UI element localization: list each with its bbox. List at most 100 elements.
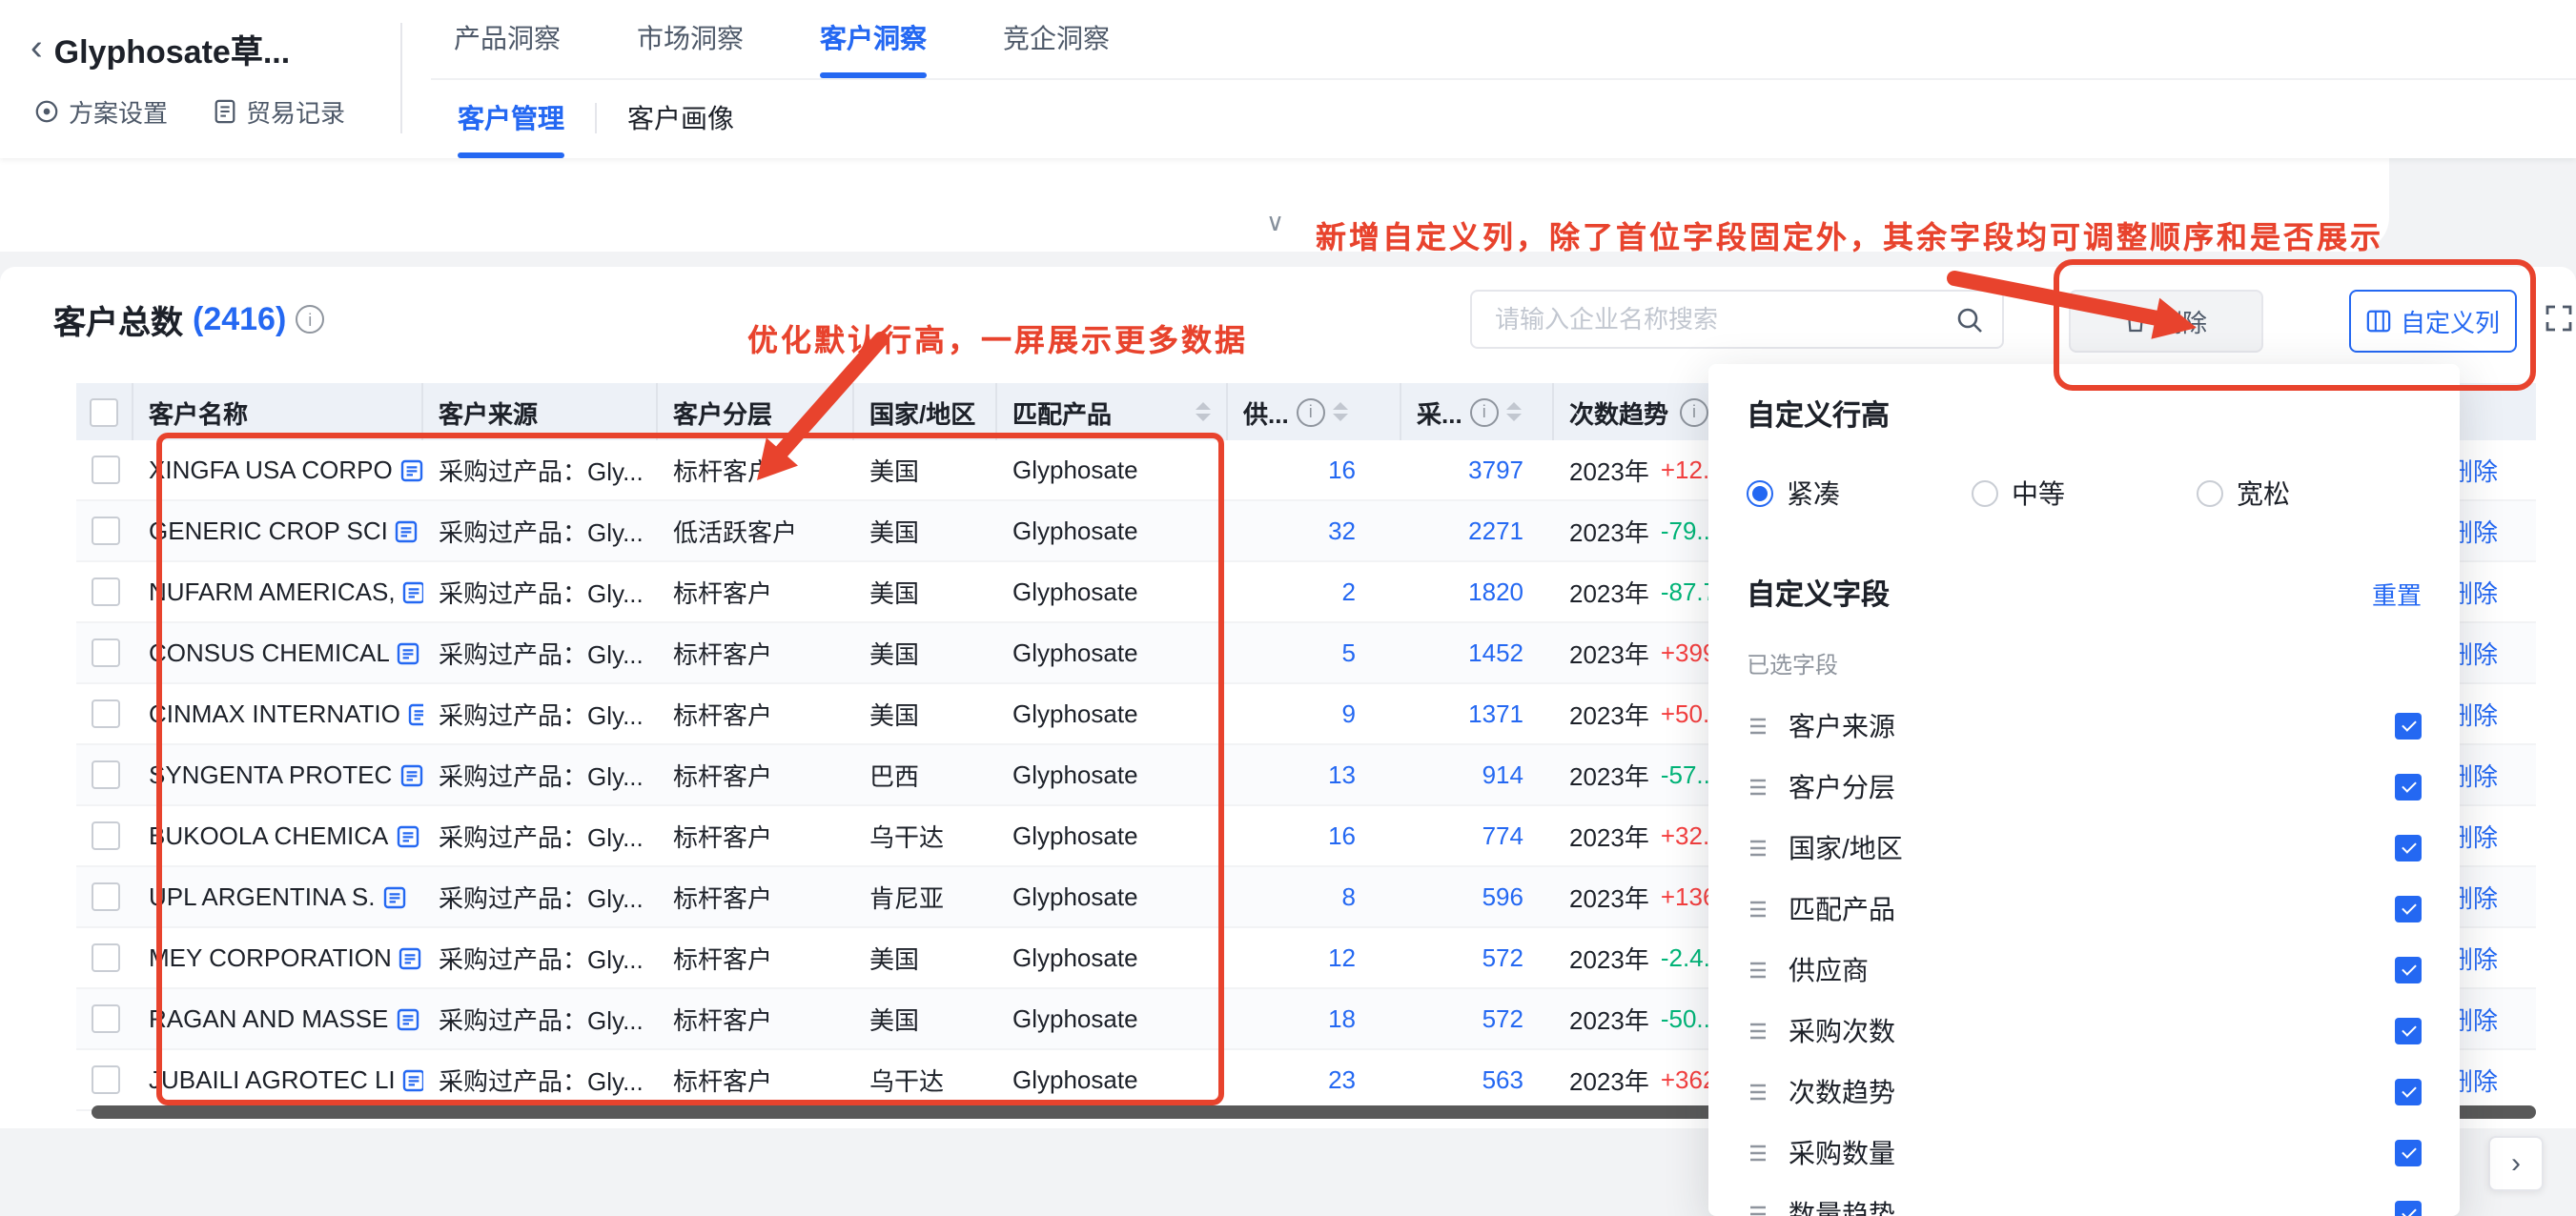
purchase-count-link[interactable]: 1371 — [1468, 699, 1523, 728]
company-card-icon[interactable] — [396, 1007, 419, 1030]
nav-plan-settings[interactable]: 方案设置 — [34, 93, 168, 130]
company-card-icon[interactable] — [396, 519, 419, 542]
drag-handle-icon[interactable] — [1747, 1203, 1769, 1216]
customer-name[interactable]: MEY CORPORATION — [149, 943, 392, 972]
row-checkbox[interactable] — [91, 821, 119, 850]
info-icon[interactable]: i — [296, 305, 324, 334]
drag-handle-icon[interactable] — [1747, 715, 1769, 738]
search-input[interactable] — [1491, 303, 1956, 335]
search-icon[interactable] — [1956, 306, 1983, 333]
tab-product-insight[interactable]: 产品洞察 — [454, 0, 561, 78]
purchase-count-link[interactable]: 2271 — [1468, 517, 1523, 545]
company-card-icon[interactable] — [382, 885, 405, 908]
subtab-customer-profile[interactable]: 客户画像 — [627, 78, 734, 158]
purchase-count-link[interactable]: 596 — [1482, 882, 1523, 911]
field-checkbox[interactable] — [2395, 957, 2422, 983]
drag-handle-icon[interactable] — [1747, 776, 1769, 799]
info-icon[interactable]: i — [1297, 397, 1325, 426]
row-height-option[interactable]: 中等 — [1972, 475, 2197, 513]
purchase-count-link[interactable]: 1820 — [1468, 578, 1523, 606]
company-card-icon[interactable] — [403, 1068, 423, 1091]
field-checkbox[interactable] — [2395, 713, 2422, 740]
info-icon[interactable]: i — [1470, 397, 1499, 426]
drag-handle-icon[interactable] — [1747, 837, 1769, 860]
purchase-count-link[interactable]: 563 — [1482, 1065, 1523, 1094]
supplier-count-link[interactable]: 5 — [1342, 638, 1356, 667]
drag-handle-icon[interactable] — [1747, 898, 1769, 921]
supplier-count-link[interactable]: 16 — [1328, 821, 1356, 850]
supplier-count-link[interactable]: 8 — [1342, 882, 1356, 911]
supplier-count-link[interactable]: 32 — [1328, 517, 1356, 545]
radio-icon[interactable] — [2197, 480, 2223, 507]
fullscreen-icon[interactable] — [2544, 303, 2574, 334]
customer-name[interactable]: NUFARM AMERICAS, — [149, 578, 396, 606]
company-card-icon[interactable] — [396, 824, 419, 847]
radio-icon[interactable] — [1972, 480, 1998, 507]
field-checkbox[interactable] — [2395, 835, 2422, 861]
purchase-count-link[interactable]: 572 — [1482, 1004, 1523, 1033]
tab-market-insight[interactable]: 市场洞察 — [637, 0, 744, 78]
purchase-count-link[interactable]: 1452 — [1468, 638, 1523, 667]
field-checkbox[interactable] — [2395, 896, 2422, 922]
supplier-count-link[interactable]: 9 — [1342, 699, 1356, 728]
company-card-icon[interactable] — [398, 641, 420, 664]
row-checkbox[interactable] — [91, 1065, 119, 1094]
row-checkbox[interactable] — [91, 578, 119, 606]
batch-delete-button[interactable]: 删除 — [2069, 290, 2263, 353]
sort-icon[interactable] — [1333, 402, 1348, 421]
reset-link[interactable]: 重置 — [2372, 576, 2422, 612]
next-page-button[interactable]: › — [2488, 1136, 2544, 1191]
radio-icon[interactable] — [1747, 480, 1773, 507]
supplier-count-link[interactable]: 12 — [1328, 943, 1356, 972]
purchase-count-link[interactable]: 3797 — [1468, 456, 1523, 484]
customer-name[interactable]: CINMAX INTERNATIO — [149, 699, 400, 728]
purchase-count-link[interactable]: 572 — [1482, 943, 1523, 972]
sort-icon[interactable] — [1196, 402, 1211, 421]
row-checkbox[interactable] — [91, 943, 119, 972]
row-height-option[interactable]: 宽松 — [2197, 475, 2422, 513]
purchase-count-link[interactable]: 774 — [1482, 821, 1523, 850]
field-checkbox[interactable] — [2395, 1201, 2422, 1216]
company-card-icon[interactable] — [399, 763, 422, 786]
row-checkbox[interactable] — [91, 1004, 119, 1033]
customize-columns-button[interactable]: 自定义列 — [2349, 290, 2517, 353]
drag-handle-icon[interactable] — [1747, 959, 1769, 982]
row-checkbox[interactable] — [91, 456, 119, 484]
subtab-customer-management[interactable]: 客户管理 — [458, 78, 564, 158]
back-icon[interactable]: ‹ — [31, 30, 43, 68]
row-checkbox[interactable] — [91, 882, 119, 911]
customer-name[interactable]: BUKOOLA CHEMICA — [149, 821, 388, 850]
supplier-count-link[interactable]: 16 — [1328, 456, 1356, 484]
company-card-icon[interactable] — [399, 946, 422, 969]
field-checkbox[interactable] — [2395, 774, 2422, 801]
customer-name[interactable]: JUBAILI AGROTEC LI — [149, 1065, 396, 1094]
supplier-count-link[interactable]: 13 — [1328, 760, 1356, 789]
info-icon[interactable]: i — [1680, 397, 1708, 426]
row-checkbox[interactable] — [91, 699, 119, 728]
tab-competitor-insight[interactable]: 竞企洞察 — [1003, 0, 1110, 78]
customer-name[interactable]: RAGAN AND MASSE — [149, 1004, 388, 1033]
company-card-icon[interactable] — [408, 702, 423, 725]
customer-name[interactable]: UPL ARGENTINA S. — [149, 882, 375, 911]
field-checkbox[interactable] — [2395, 1018, 2422, 1044]
tab-customer-insight[interactable]: 客户洞察 — [820, 0, 927, 78]
customer-name[interactable]: XINGFA USA CORPO — [149, 456, 393, 484]
customer-name[interactable]: CONSUS CHEMICAL — [149, 638, 390, 667]
row-checkbox[interactable] — [91, 760, 119, 789]
select-all-checkbox[interactable] — [90, 397, 118, 426]
sort-icon[interactable] — [1506, 402, 1522, 421]
supplier-count-link[interactable]: 2 — [1342, 578, 1356, 606]
purchase-count-link[interactable]: 914 — [1482, 760, 1523, 789]
supplier-count-link[interactable]: 18 — [1328, 1004, 1356, 1033]
row-checkbox[interactable] — [91, 638, 119, 667]
drag-handle-icon[interactable] — [1747, 1081, 1769, 1104]
customer-name[interactable]: GENERIC CROP SCI — [149, 517, 388, 545]
row-height-option[interactable]: 紧凑 — [1747, 475, 1972, 513]
row-checkbox[interactable] — [91, 517, 119, 545]
supplier-count-link[interactable]: 23 — [1328, 1065, 1356, 1094]
drag-handle-icon[interactable] — [1747, 1142, 1769, 1165]
customer-name[interactable]: SYNGENTA PROTEC — [149, 760, 392, 789]
company-card-icon[interactable] — [403, 580, 423, 603]
drag-handle-icon[interactable] — [1747, 1020, 1769, 1043]
field-checkbox[interactable] — [2395, 1140, 2422, 1166]
